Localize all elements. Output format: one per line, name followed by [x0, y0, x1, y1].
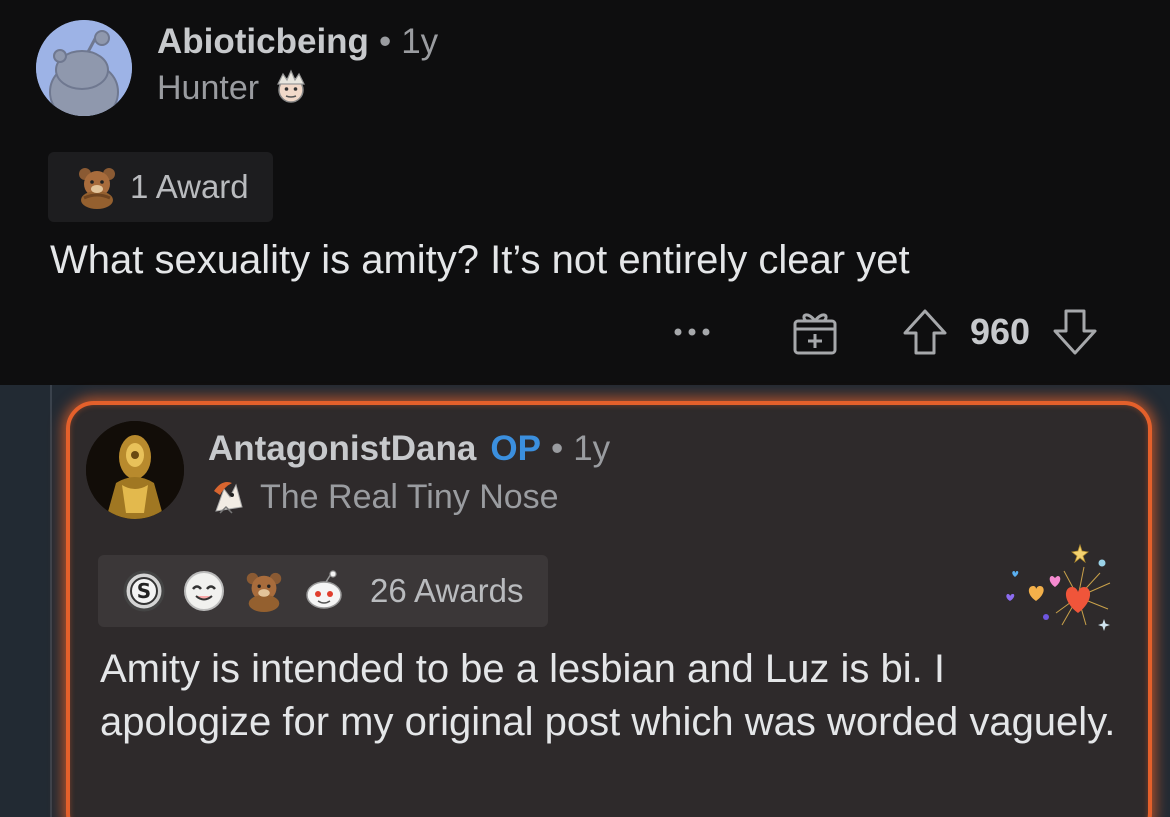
hunter-face-icon [277, 69, 306, 103]
snoo-award-icon [306, 570, 342, 609]
upvote-arrow-icon[interactable] [900, 307, 950, 357]
downvote-arrow-icon[interactable] [1050, 307, 1100, 357]
flair-text: Hunter [157, 68, 260, 107]
award-pill[interactable]: 1 Award [48, 152, 273, 222]
give-award-button[interactable] [788, 300, 842, 364]
reply-author-line: AntagonistDana OP • 1y [208, 429, 610, 469]
heart-burst-icon [1006, 543, 1111, 631]
gift-award-icon [793, 313, 837, 355]
wholesome-award-icon [184, 571, 224, 611]
svg-text:S: S [137, 579, 151, 603]
more-options-button[interactable] [672, 300, 712, 364]
vote-score: 960 [970, 311, 1031, 352]
snoo-avatar-icon[interactable] [36, 20, 132, 116]
reddit-thread: Abioticbeing • 1y Hunter 1 Award What se… [0, 0, 1170, 817]
thread-line[interactable] [50, 385, 52, 817]
reply-comment-body: Amity is intended to be a lesbian and Lu… [100, 647, 1116, 744]
comment-body: What sexuality is amity? It’s not entire… [50, 238, 910, 282]
reply-age: 1y [573, 429, 611, 468]
more-dots-icon [674, 328, 710, 336]
golden-figure-avatar[interactable] [86, 421, 184, 519]
reply-user-flair: The Real Tiny Nose [208, 477, 559, 517]
silver-award-icon: S [123, 570, 165, 612]
user-flair: Hunter [157, 68, 311, 108]
separator-dot: • [550, 429, 564, 468]
owl-character-icon [214, 482, 243, 514]
separator-dot: • [378, 22, 392, 61]
reply-author-username[interactable]: AntagonistDana [208, 429, 476, 468]
bear-award-icon [79, 168, 115, 209]
reply-thread: AntagonistDana OP • 1y The Real Tiny Nose S [0, 385, 1170, 817]
award-count-label: 1 Award [130, 168, 249, 205]
parent-comment: Abioticbeing • 1y Hunter 1 Award What se… [0, 0, 1170, 385]
bear-award-icon [246, 572, 282, 613]
reply-awards-pill[interactable]: S 26 Awards [98, 555, 548, 627]
author-username[interactable]: Abioticbeing [157, 22, 369, 61]
comment-age: 1y [401, 22, 439, 61]
author-line: Abioticbeing • 1y [157, 22, 438, 62]
reply-comment-card: AntagonistDana OP • 1y The Real Tiny Nose S [66, 401, 1152, 817]
reply-awards-count-label: 26 Awards [370, 572, 524, 609]
vote-controls: 960 [900, 300, 1100, 364]
op-badge: OP [490, 429, 541, 468]
reply-flair-text: The Real Tiny Nose [260, 477, 559, 516]
